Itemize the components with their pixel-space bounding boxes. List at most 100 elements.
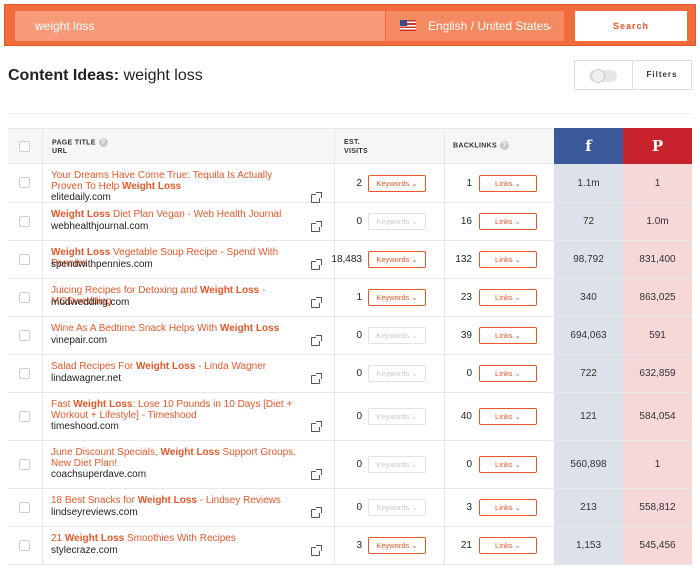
links-button-label: Links	[495, 293, 513, 302]
page-url: stylecraze.com	[51, 545, 118, 556]
chevron-down-icon: ⌄	[514, 179, 521, 188]
links-button[interactable]: Links ⌄	[479, 537, 537, 554]
search-bar: English / United States ⌄ Search	[4, 4, 696, 46]
external-link-icon[interactable]	[311, 221, 322, 232]
page-title-link[interactable]: Your Dreams Have Come True: Tequila Is A…	[51, 170, 296, 192]
links-button[interactable]: Links ⌄	[479, 408, 537, 425]
search-input[interactable]	[15, 11, 385, 41]
select-all-checkbox[interactable]	[19, 141, 30, 152]
row-checkbox[interactable]	[19, 291, 30, 303]
title-keyword: Weight Loss	[136, 361, 196, 372]
keywords-button[interactable]: Keywords ⌄	[368, 251, 426, 268]
links-button[interactable]: Links ⌄	[479, 365, 537, 382]
links-button-label: Links	[495, 541, 513, 550]
column-separator	[42, 527, 43, 564]
language-select[interactable]: English / United States ⌄	[386, 11, 564, 41]
filters-control: Filters	[574, 60, 692, 90]
links-button-label: Links	[495, 217, 513, 226]
row-checkbox[interactable]	[19, 177, 30, 188]
keywords-button[interactable]: Keywords ⌄	[368, 408, 426, 425]
filters-button[interactable]: Filters	[633, 61, 691, 89]
page-url: vinepair.com	[51, 335, 108, 346]
search-button[interactable]: Search	[575, 11, 687, 41]
keywords-button[interactable]: Keywords ⌄	[368, 175, 426, 192]
keywords-button-label: Keywords	[376, 541, 410, 550]
links-button[interactable]: Links ⌄	[479, 175, 537, 192]
row-checkbox[interactable]	[19, 215, 30, 227]
help-icon[interactable]: ?	[98, 138, 108, 147]
row-checkbox[interactable]	[19, 367, 30, 379]
backlinks-value: 0	[466, 368, 472, 379]
external-link-icon[interactable]	[311, 469, 322, 480]
keywords-button[interactable]: Keywords ⌄	[368, 327, 426, 344]
pinterest-shares-value: 863,025	[639, 292, 676, 303]
links-button[interactable]: Links ⌄	[479, 499, 537, 516]
page-title: Content Ideas: weight loss	[8, 64, 203, 88]
links-button[interactable]: Links ⌄	[479, 456, 537, 473]
title-text: 18 Best Snacks for	[51, 495, 138, 506]
external-link-icon[interactable]	[311, 373, 322, 384]
row-checkbox[interactable]	[19, 501, 30, 513]
page-url: timeshood.com	[51, 421, 119, 432]
keywords-button[interactable]: Keywords ⌄	[368, 213, 426, 230]
keywords-button-label: Keywords	[376, 179, 410, 188]
row-checkbox[interactable]	[19, 253, 30, 265]
chevron-down-icon: ⌄	[514, 460, 521, 469]
links-button[interactable]: Links ⌄	[479, 289, 537, 306]
column-separator	[42, 203, 43, 240]
column-separator	[42, 164, 43, 202]
row-checkbox[interactable]	[19, 458, 30, 470]
page-title-link[interactable]: 18 Best Snacks for Weight Loss - Lindsey…	[51, 495, 296, 506]
external-link-icon[interactable]	[311, 297, 322, 308]
header-facebook: f	[554, 128, 623, 164]
links-button[interactable]: Links ⌄	[479, 213, 537, 230]
filters-toggle[interactable]	[589, 69, 617, 83]
title-text: Salad Recipes For	[51, 361, 137, 372]
keywords-button[interactable]: Keywords ⌄	[368, 537, 426, 554]
external-link-icon[interactable]	[311, 421, 322, 432]
page-title-link[interactable]: Wine As A Bedtime Snack Helps With Weigh…	[51, 323, 296, 334]
backlinks-value: 16	[460, 216, 472, 227]
keywords-button-label: Keywords	[376, 503, 410, 512]
page-url: elitedaily.com	[51, 192, 111, 203]
table-row: 21 Weight Loss Smoothies With Recipes st…	[8, 527, 692, 565]
header-pinterest: P	[623, 128, 692, 164]
external-link-icon[interactable]	[311, 507, 322, 518]
links-button-label: Links	[495, 460, 513, 469]
backlinks-value: 23	[460, 292, 472, 303]
row-checkbox[interactable]	[19, 539, 30, 551]
title-keyword: Weight Loss	[64, 533, 125, 544]
external-link-icon[interactable]	[311, 192, 322, 203]
external-link-icon[interactable]	[311, 335, 322, 346]
help-icon[interactable]: ?	[499, 141, 509, 150]
keywords-button[interactable]: Keywords ⌄	[368, 499, 426, 516]
keywords-button[interactable]: Keywords ⌄	[368, 456, 426, 473]
external-link-icon[interactable]	[311, 259, 322, 270]
est-visits-value: 0	[356, 502, 362, 513]
table-row: Salad Recipes For Weight Loss - Linda Wa…	[8, 355, 692, 393]
page-title-link[interactable]: Fast Weight Loss: Lose 10 Pounds in 10 D…	[51, 399, 296, 421]
page-title-link[interactable]: 21 Weight Loss Smoothies With Recipes	[51, 533, 296, 544]
keywords-button[interactable]: Keywords ⌄	[368, 365, 426, 382]
chevron-down-icon: ⌄	[411, 255, 418, 264]
table-row: Juicing Recipes for Detoxing and Weight …	[8, 279, 692, 317]
keywords-button[interactable]: Keywords ⌄	[368, 289, 426, 306]
header-page-title-label: PAGE TITLE	[52, 139, 96, 147]
title-text: - Lindsey Reviews	[196, 495, 281, 506]
table-row: June Discount Specials, Weight Loss Supp…	[8, 441, 692, 489]
page-title-link[interactable]: June Discount Specials, Weight Loss Supp…	[51, 447, 296, 469]
row-checkbox[interactable]	[19, 410, 30, 422]
title-keyword: Weight Loss	[137, 495, 197, 506]
us-flag-icon	[400, 20, 416, 31]
title-text: Wine As A Bedtime Snack Helps With	[51, 323, 220, 334]
page-title-link[interactable]: Weight Loss Diet Plan Vegan - Web Health…	[51, 209, 296, 220]
backlinks-value: 3	[466, 502, 472, 513]
est-visits-value: 0	[356, 368, 362, 379]
table-row: Weight Loss Vegetable Soup Recipe - Spen…	[8, 241, 692, 279]
links-button[interactable]: Links ⌄	[479, 251, 537, 268]
row-checkbox[interactable]	[19, 329, 30, 341]
page-title-link[interactable]: Salad Recipes For Weight Loss - Linda Wa…	[51, 361, 296, 372]
links-button[interactable]: Links ⌄	[479, 327, 537, 344]
external-link-icon[interactable]	[311, 545, 322, 556]
chevron-down-icon: ⌄	[514, 255, 521, 264]
